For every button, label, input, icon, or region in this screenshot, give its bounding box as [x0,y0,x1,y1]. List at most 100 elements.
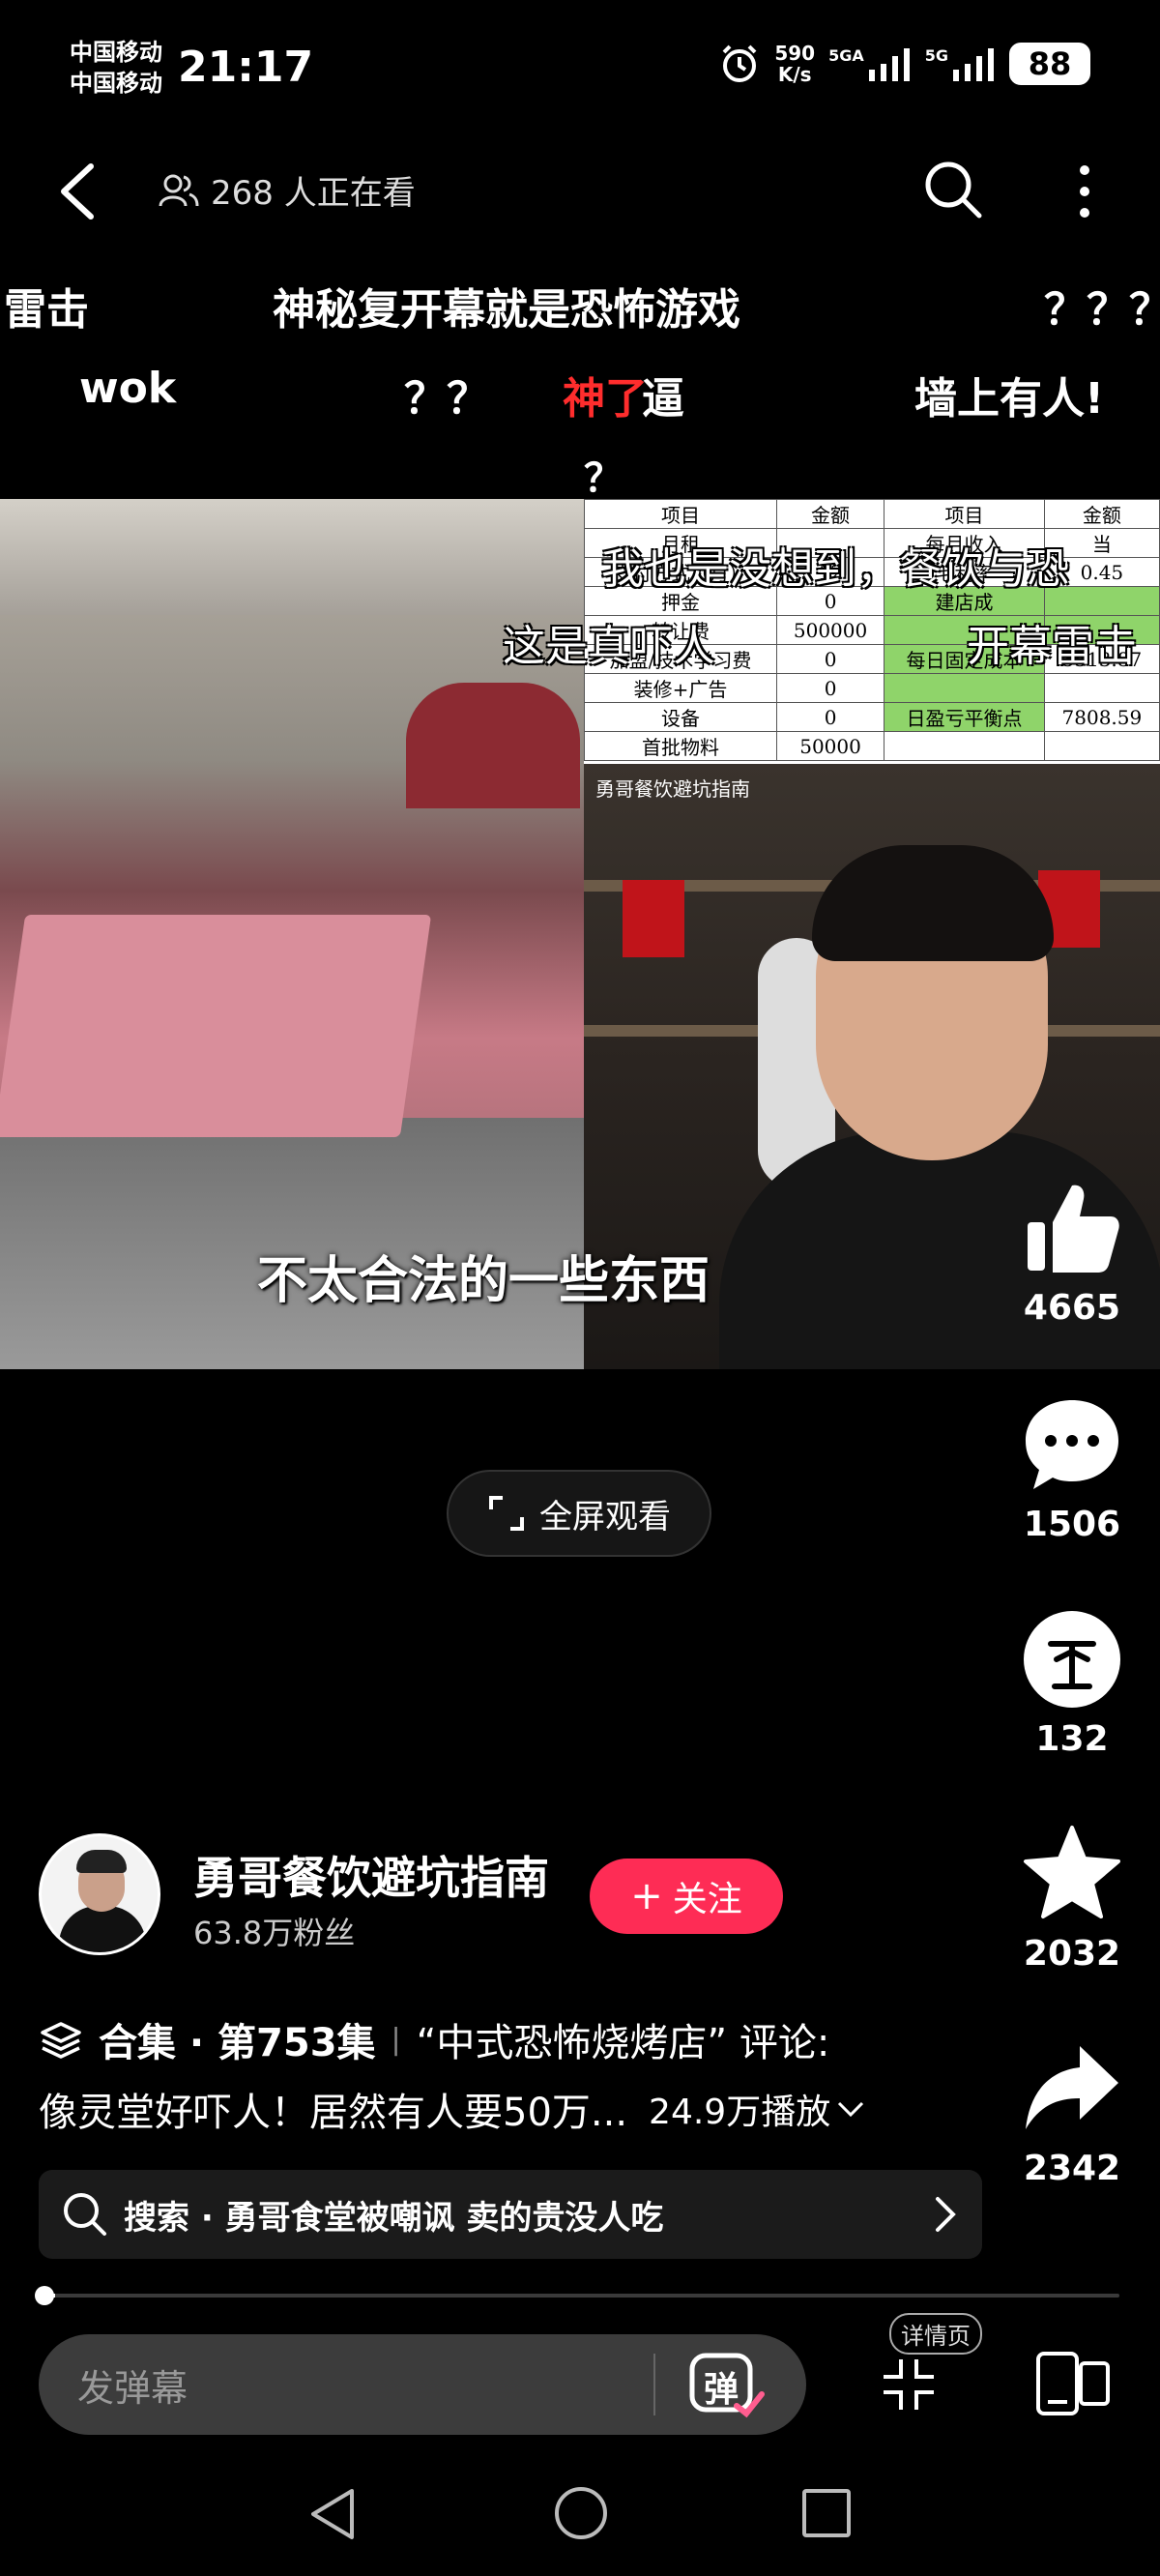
video-progress-bar[interactable] [44,2294,1119,2298]
collection-label[interactable]: 合集 · 第753集 [99,2011,376,2067]
table-cell [884,731,1045,761]
danmaku-placeholder: 发弹幕 [77,2366,188,2410]
video-description-line-2[interactable]: 像灵堂好吓人！居然有人要50万... 24.9万播放 [39,2081,865,2137]
table-row: 装修+广告 0 [584,673,1160,703]
thumbs-up-icon [1020,1176,1124,1280]
danmaku-comment: 神了 [563,374,648,424]
video-overlay-text: 开幕雷击 [967,622,1137,671]
table-cell: 0 [775,673,885,703]
table-row: 项目 金额 项目 金额 [584,499,1160,529]
comment-icon [1020,1392,1124,1497]
layers-icon [41,2022,81,2059]
dining-table [0,915,432,1137]
follow-label: 关注 [672,1880,742,1919]
video-title-part-2: 像灵堂好吓人！居然有人要50万... [39,2091,628,2135]
table-cell: 项目 [884,499,1045,529]
restaurant-scene [0,499,584,1369]
favorite-count: 2032 [1023,1934,1121,1974]
table-cell: 首批物料 [584,731,777,761]
table-cell: 金额 [775,499,885,529]
play-count: 24.9万播放 [649,2093,831,2132]
share-button[interactable]: 2342 [1005,2036,1139,2188]
viewer-count-label: 268 人正在看 [211,174,416,213]
video-description-line-1[interactable]: 合集 · 第753集 | “中式恐怖烧烤店” 评论: [39,2011,829,2067]
danmaku-comment: 墙上有人! [914,374,1105,424]
like-count: 4665 [1023,1288,1121,1328]
star-icon [1020,1822,1124,1926]
video-player[interactable]: 项目 金额 项目 金额 月租 每月收入当 支付方式（月） 12 毛利率 0.45 押金 0 建店成… [0,499,1160,1369]
danmaku-comment: 逼 [642,374,684,424]
avatar[interactable] [39,1833,160,1955]
plus-icon: + [630,1874,663,1918]
coin-button[interactable]: 132 [1005,1607,1139,1759]
cast-device-icon[interactable] [1034,2350,1112,2417]
signal-5ga: 5GA [828,46,912,81]
detail-page-label[interactable]: 详情页 [889,2313,982,2355]
progress-handle[interactable] [35,2286,54,2305]
table-cell: 装修+广告 [584,673,777,703]
table-row: 设备 0 日盈亏平衡点 7808.59 [584,702,1160,732]
comment-count: 1506 [1023,1505,1121,1544]
table-cell: 0 [775,644,885,674]
comment-button[interactable]: 1506 [1005,1392,1139,1544]
fan-count: 63.8万粉丝 [193,1915,356,1951]
carrier-2: 中国移动 [70,70,162,97]
carrier-1: 中国移动 [70,39,162,66]
danmaku-comment: ？？ [404,374,489,424]
exit-fullscreen-icon[interactable] [880,2356,938,2414]
ceiling [0,499,584,615]
clock: 21:17 [178,43,314,92]
share-count: 2342 [1023,2149,1121,2188]
danmaku-comment: 雷击 [4,285,89,335]
search-icon [64,2193,106,2236]
favorite-button[interactable]: 2032 [1005,1822,1139,1974]
author-name[interactable]: 勇哥餐饮避坑指南 [193,1843,549,1907]
subtitle-caption: 不太合法的一些东西 [256,1251,710,1310]
system-home-icon[interactable] [555,2487,607,2539]
danmaku-comment: ？ [584,456,623,501]
status-icons: 590 K/s 5GA 5G 88 [718,43,1090,85]
danmaku-comment: wok [79,364,177,413]
table-cell: 日盈亏平衡点 [884,702,1045,732]
status-bar: 中国移动 中国移动 21:17 590 K/s 5GA 5G 88 [0,0,1160,145]
table-cell: 7808.59 [1043,702,1160,732]
divider: | [391,2022,401,2057]
chevron-down-icon[interactable] [836,2099,865,2119]
system-recents-icon[interactable] [802,2489,851,2537]
people-icon [159,174,199,206]
danmaku-comment: 神秘复开幕就是恐怖游戏 [273,285,740,335]
coin-count: 132 [1035,1719,1109,1759]
video-title-part-1: “中式恐怖烧烤店” 评论: [416,2021,830,2065]
alarm-icon [722,44,757,82]
signal-bars-icon [868,48,910,81]
chevron-right-icon [936,2197,956,2232]
table-cell [1043,673,1160,703]
video-overlay-text: 这是真吓人 [503,622,715,671]
table-cell: 金额 [1043,499,1160,529]
table-cell [1043,731,1160,761]
video-overlay-text: 我也是没想到，餐饮与恐 [601,544,1069,594]
red-box [623,880,684,957]
back-icon[interactable] [54,161,101,222]
danmaku-comment: ？？？ [1044,285,1160,335]
fullscreen-icon [489,1496,524,1531]
danmaku-toggle-button[interactable]: 弹 [688,2350,766,2419]
search-icon[interactable] [923,160,983,220]
share-arrow-icon [1020,2036,1124,2141]
follow-button[interactable]: + 关注 [590,1859,783,1934]
table-cell: 50000 [775,731,885,761]
system-back-icon[interactable] [305,2487,360,2541]
table-cell: 0 [775,702,885,732]
signal-5g: 5G [925,46,996,81]
presenter-hair [812,845,1054,961]
table-row: 首批物料 50000 [584,731,1160,761]
more-options-icon[interactable] [1067,162,1102,220]
related-search-label: 搜索 · 勇哥食堂被嘲讽 卖的贵没人吃 [124,2198,664,2238]
table-cell: 项目 [584,499,777,529]
table-cell: 设备 [584,702,777,732]
fullscreen-button[interactable]: 全屏观看 [447,1470,711,1557]
like-button[interactable]: 4665 [1005,1176,1139,1328]
danmaku-toggle-label: 弹 [704,2370,740,2410]
stage [406,683,580,808]
related-search-bar[interactable]: 搜索 · 勇哥食堂被嘲讽 卖的贵没人吃 [39,2170,982,2259]
